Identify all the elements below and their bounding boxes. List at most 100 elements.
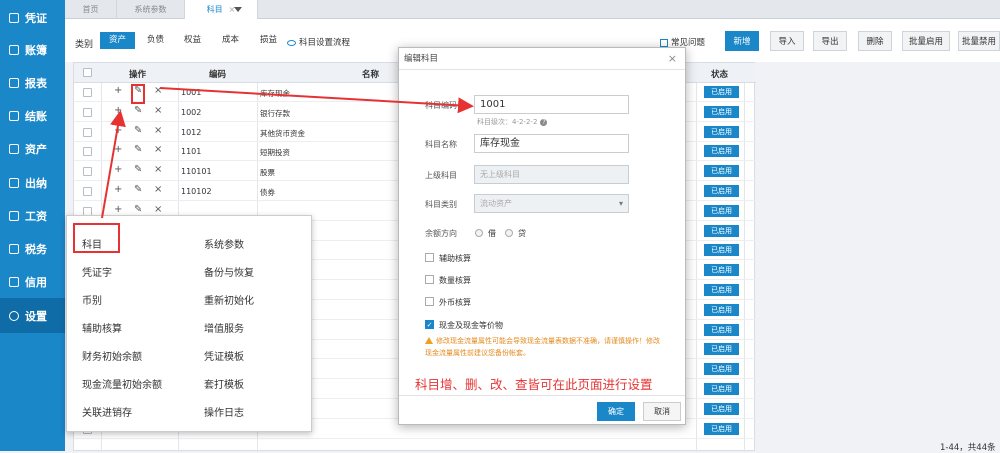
delete-icon[interactable]: × — [154, 144, 162, 155]
category-cost[interactable]: 成本 — [213, 32, 248, 49]
help-icon[interactable]: ? — [540, 119, 548, 126]
menu-item[interactable]: 备份与恢复 — [204, 264, 254, 279]
menu-item[interactable]: 重新初始化 — [204, 292, 254, 307]
cancel-button[interactable]: 取消 — [643, 402, 681, 421]
ok-button[interactable]: 确定 — [597, 402, 635, 421]
menu-item[interactable]: 关联进销存 — [82, 404, 132, 419]
menu-item[interactable]: 增值服务 — [204, 320, 244, 335]
menu-item[interactable]: 系统参数 — [204, 236, 244, 251]
status-badge[interactable]: 已启用 — [704, 303, 739, 316]
tab-system-params[interactable]: 系统参数 — [117, 0, 185, 19]
sidebar-item-cashier[interactable]: 出纳 — [0, 166, 65, 199]
status-badge[interactable]: 已启用 — [704, 363, 739, 376]
edit-icon[interactable]: ✎ — [134, 144, 142, 155]
menu-item[interactable]: 科目 — [82, 236, 102, 251]
add-icon[interactable]: + — [114, 184, 122, 195]
menu-item[interactable]: 套打模板 — [204, 376, 244, 391]
sidebar-item-payroll[interactable]: 工资 — [0, 199, 65, 232]
menu-item[interactable]: 操作日志 — [204, 404, 244, 419]
status-badge[interactable]: 已启用 — [704, 244, 739, 257]
tab-home[interactable]: 首页 — [65, 0, 117, 19]
status-badge[interactable]: 已启用 — [704, 105, 739, 118]
menu-item[interactable]: 现金流量初始余额 — [82, 376, 162, 391]
status-badge[interactable]: 已启用 — [704, 383, 739, 395]
sidebar-item-books[interactable]: 账簿 — [0, 33, 65, 66]
add-icon[interactable]: + — [114, 164, 122, 175]
cash-checkbox[interactable]: ✓ — [425, 320, 434, 329]
batch-disable-button[interactable]: 批量禁用 — [958, 31, 1000, 51]
status-badge[interactable]: 已启用 — [704, 185, 739, 197]
category-equity[interactable]: 权益 — [175, 32, 210, 49]
delete-icon[interactable]: × — [154, 184, 162, 195]
menu-item[interactable]: 币别 — [82, 292, 102, 307]
menu-item[interactable]: 凭证字 — [82, 264, 112, 279]
status-badge[interactable]: 已启用 — [704, 402, 739, 415]
delete-button[interactable]: 删除 — [858, 31, 892, 51]
row-checkbox[interactable] — [83, 88, 92, 97]
tab-menu-button[interactable] — [230, 0, 246, 19]
row-checkbox[interactable] — [83, 167, 92, 177]
edit-icon[interactable]: ✎ — [134, 105, 142, 116]
edit-icon[interactable]: ✎ — [134, 184, 142, 195]
tab-accounts[interactable]: 科目 × — [185, 0, 258, 19]
menu-item[interactable]: 凭证模板 — [204, 348, 244, 363]
debit-radio[interactable] — [475, 229, 483, 237]
select-all-checkbox[interactable] — [83, 68, 92, 77]
delete-icon[interactable]: × — [154, 125, 162, 136]
add-icon[interactable]: + — [114, 204, 122, 215]
import-button[interactable]: 导入 — [770, 31, 804, 51]
add-icon[interactable]: + — [114, 125, 122, 136]
status-badge[interactable]: 已启用 — [704, 343, 739, 356]
settings-menu-popup: 科目凭证字币别辅助核算财务初始余额现金流量初始余额 关联进销存 系统参数备份与恢复重… — [66, 215, 312, 432]
status-badge[interactable]: 已启用 — [704, 165, 739, 178]
menu-item[interactable]: 财务初始余额 — [82, 348, 142, 363]
menu-item[interactable]: 辅助核算 — [82, 320, 122, 335]
status-badge[interactable]: 已启用 — [704, 224, 739, 237]
credit-radio[interactable] — [505, 229, 513, 237]
delete-icon[interactable]: × — [154, 204, 162, 215]
edit-icon[interactable]: ✎ — [134, 164, 142, 175]
status-badge[interactable]: 已启用 — [704, 204, 739, 217]
status-badge[interactable]: 已启用 — [704, 264, 739, 277]
export-button[interactable]: 导出 — [813, 31, 847, 51]
add-icon[interactable]: + — [114, 144, 122, 155]
status-badge[interactable]: 已启用 — [704, 145, 739, 158]
add-button[interactable]: 新增 — [725, 31, 759, 51]
status-badge[interactable]: 已启用 — [704, 284, 739, 296]
status-badge[interactable]: 已启用 — [704, 86, 739, 98]
type-select[interactable]: 流动资产 ▾ — [474, 194, 629, 213]
row-checkbox[interactable] — [83, 187, 92, 196]
delete-icon[interactable]: × — [154, 105, 162, 116]
category-assets[interactable]: 资产 — [100, 32, 135, 49]
status-badge[interactable]: 已启用 — [704, 422, 739, 435]
category-liabilities[interactable]: 负债 — [138, 32, 173, 49]
code-input[interactable]: 1001 — [474, 95, 629, 114]
status-badge[interactable]: 已启用 — [704, 125, 739, 138]
add-icon[interactable]: + — [114, 85, 122, 96]
row-checkbox[interactable] — [83, 107, 92, 117]
row-checkbox[interactable] — [83, 147, 92, 157]
account-flow-link[interactable]: 科目设置流程 — [287, 36, 350, 48]
row-checkbox[interactable] — [83, 127, 92, 137]
sidebar-item-label: 报表 — [25, 76, 47, 90]
qty-checkbox[interactable] — [425, 275, 434, 284]
edit-icon[interactable]: ✎ — [134, 204, 142, 215]
delete-icon[interactable]: × — [154, 85, 162, 96]
close-icon[interactable]: × — [668, 52, 677, 65]
sidebar-item-assets[interactable]: 资产 — [0, 132, 65, 165]
fx-checkbox[interactable] — [425, 297, 434, 306]
aux-checkbox[interactable] — [425, 253, 434, 262]
add-icon[interactable]: + — [114, 105, 122, 116]
sidebar-item-credit[interactable]: 信用 — [0, 265, 65, 298]
delete-icon[interactable]: × — [154, 164, 162, 175]
sidebar-item-settings[interactable]: 设置 — [0, 298, 65, 333]
name-input[interactable]: 库存现金 — [474, 134, 629, 153]
sidebar-item-voucher[interactable]: 凭证 — [0, 1, 65, 34]
batch-enable-button[interactable]: 批量启用 — [902, 31, 950, 51]
category-pnl[interactable]: 损益 — [251, 32, 286, 49]
edit-icon[interactable]: ✎ — [134, 125, 142, 136]
status-badge[interactable]: 已启用 — [704, 323, 739, 336]
sidebar-item-reports[interactable]: 报表 — [0, 66, 65, 99]
sidebar-item-closing[interactable]: 结账 — [0, 99, 65, 132]
sidebar-item-tax[interactable]: 税务 — [0, 232, 65, 265]
